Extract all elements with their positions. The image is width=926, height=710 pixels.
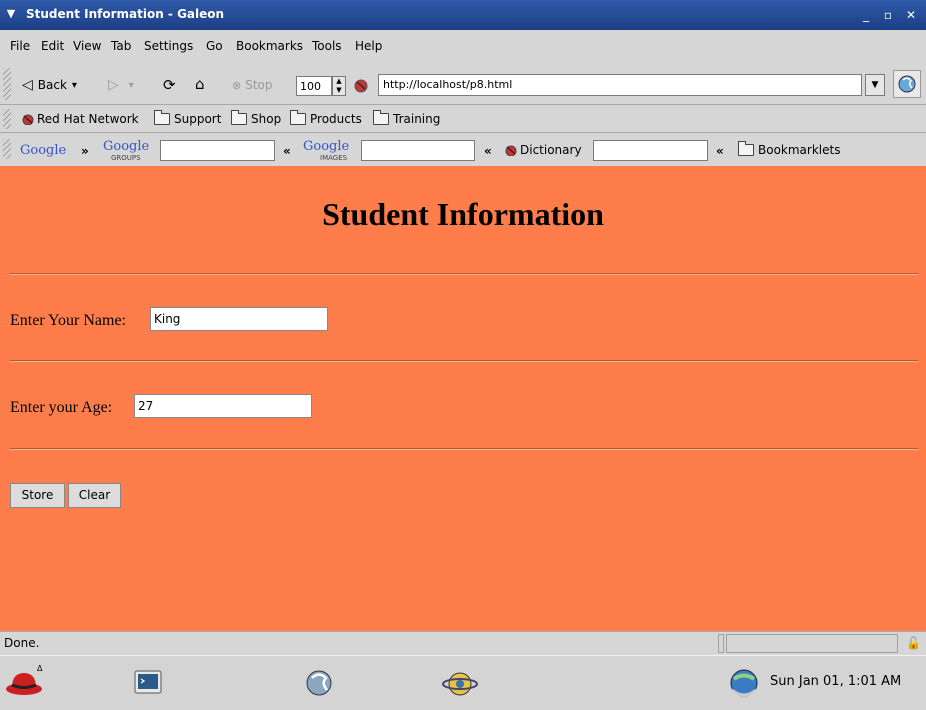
age-input[interactable]: 27: [134, 394, 312, 418]
menu-go[interactable]: Go: [206, 39, 223, 53]
age-label: Enter your Age:: [10, 399, 113, 416]
divider: [10, 360, 918, 362]
collapse-arrow[interactable]: «: [716, 144, 724, 158]
dictionary-search-input[interactable]: [593, 140, 708, 161]
menu-bar: File Edit View Tab Settings Go Bookmarks…: [0, 34, 926, 58]
galeon-launcher-icon[interactable]: [302, 666, 336, 700]
page-content: Student Information Enter Your Name: Kin…: [0, 166, 926, 631]
store-button[interactable]: Store: [10, 483, 65, 508]
bookmark-label: Products: [310, 112, 362, 126]
google-images-sublabel: IMAGES: [320, 154, 348, 162]
menu-bookmarks[interactable]: Bookmarks: [236, 39, 303, 53]
bookmarklets-label: Bookmarklets: [758, 143, 841, 157]
folder-icon: [154, 110, 170, 125]
stop-button[interactable]: ⊗ Stop: [232, 78, 273, 92]
divider: [10, 273, 918, 275]
menu-help[interactable]: Help: [355, 39, 382, 53]
page-heading: Student Information: [322, 196, 604, 232]
clock[interactable]: Sun Jan 01, 1:01 AM: [770, 674, 901, 689]
name-label: Enter Your Name:: [10, 312, 126, 329]
redhat-dictionary-icon: [505, 145, 517, 156]
bookmark-products[interactable]: Products: [290, 110, 362, 126]
toolbar-grip[interactable]: [3, 68, 11, 100]
folder-icon: [373, 110, 389, 125]
menu-tools[interactable]: Tools: [312, 39, 342, 53]
bookmark-training[interactable]: Training: [373, 110, 441, 126]
network-settings-icon[interactable]: [440, 666, 480, 702]
stop-icon: ⊗: [232, 78, 242, 92]
bookmark-support[interactable]: Support: [154, 110, 222, 126]
bookmarklets-folder[interactable]: Bookmarklets: [738, 141, 841, 157]
google-images-logo[interactable]: Google: [303, 139, 349, 154]
home-icon[interactable]: ⌂: [195, 75, 205, 93]
minimize-button[interactable]: _: [858, 7, 874, 23]
reload-icon[interactable]: ⟳: [163, 76, 176, 94]
bookmark-shop[interactable]: Shop: [231, 110, 282, 126]
back-arrow-icon: ◁: [22, 77, 33, 93]
clear-button[interactable]: Clear: [68, 483, 121, 508]
panel-taskbar: Δ Sun Jan 01, 1:01 AM: [0, 655, 926, 710]
forward-history-chevron-icon[interactable]: ▾: [129, 80, 134, 91]
status-panel: [718, 634, 724, 653]
menu-edit[interactable]: Edit: [41, 39, 64, 53]
status-bar: Done. 🔓: [0, 631, 926, 655]
update-agent-icon[interactable]: [726, 666, 762, 702]
menu-tab[interactable]: Tab: [111, 39, 131, 53]
forward-button[interactable]: ▷ ▾: [108, 77, 134, 93]
collapse-arrow[interactable]: «: [484, 144, 492, 158]
bookmark-red-hat-network[interactable]: Red Hat Network: [22, 112, 139, 126]
divider: [10, 448, 918, 450]
redhat-link-icon[interactable]: [353, 77, 369, 93]
window-title: Student Information - Galeon: [26, 7, 225, 21]
maximize-button[interactable]: ▫: [880, 7, 896, 23]
google-groups-sublabel: GROUPS: [111, 154, 141, 162]
galeon-go-icon: [898, 75, 916, 93]
menu-view[interactable]: View: [73, 39, 101, 53]
svg-text:Δ: Δ: [37, 664, 43, 673]
bookmarks-grip[interactable]: [3, 109, 11, 129]
bookmark-label: Red Hat Network: [37, 112, 139, 126]
expand-arrow[interactable]: »: [81, 144, 89, 158]
menu-file[interactable]: File: [10, 39, 30, 53]
dictionary-label: Dictionary: [520, 143, 582, 157]
terminal-launcher-icon[interactable]: [134, 670, 162, 696]
dictionary-link[interactable]: Dictionary: [505, 143, 582, 157]
window-titlebar: ▼ Student Information - Galeon _ ▫ ✕: [0, 0, 926, 30]
progress-panel: [726, 634, 898, 653]
zoom-input[interactable]: 100: [296, 76, 332, 96]
url-field[interactable]: http://localhost/p8.html: [378, 74, 862, 96]
close-button[interactable]: ✕: [903, 7, 919, 23]
search-toolbar-grip[interactable]: [3, 139, 11, 159]
window-menu-icon[interactable]: ▼: [4, 7, 18, 21]
stop-label: Stop: [245, 78, 273, 92]
google-groups-logo[interactable]: Google: [103, 139, 149, 154]
google-groups-search-input[interactable]: [160, 140, 275, 161]
bookmark-label: Shop: [251, 112, 282, 126]
status-text: Done.: [4, 636, 40, 650]
collapse-arrow[interactable]: «: [283, 144, 291, 158]
back-label: Back: [37, 78, 67, 92]
redhat-bookmark-icon: [22, 114, 34, 125]
go-button[interactable]: [893, 70, 921, 98]
google-images-search-input[interactable]: [361, 140, 475, 161]
menu-settings[interactable]: Settings: [144, 39, 193, 53]
security-lock-icon[interactable]: 🔓: [906, 636, 921, 650]
back-history-chevron-icon[interactable]: ▾: [72, 80, 77, 91]
folder-icon: [738, 141, 754, 156]
bookmark-label: Training: [393, 112, 441, 126]
name-input[interactable]: King: [150, 307, 328, 331]
bookmark-label: Support: [174, 112, 222, 126]
redhat-main-menu-icon[interactable]: Δ: [4, 663, 44, 697]
back-button[interactable]: ◁ Back ▾: [22, 77, 77, 93]
forward-arrow-icon: ▷: [108, 77, 119, 93]
google-logo[interactable]: Google: [20, 143, 66, 158]
url-history-dropdown-icon[interactable]: ▼: [865, 74, 885, 96]
folder-icon: [290, 110, 306, 125]
folder-icon: [231, 110, 247, 125]
zoom-spinner[interactable]: ▲ ▼: [332, 76, 346, 96]
